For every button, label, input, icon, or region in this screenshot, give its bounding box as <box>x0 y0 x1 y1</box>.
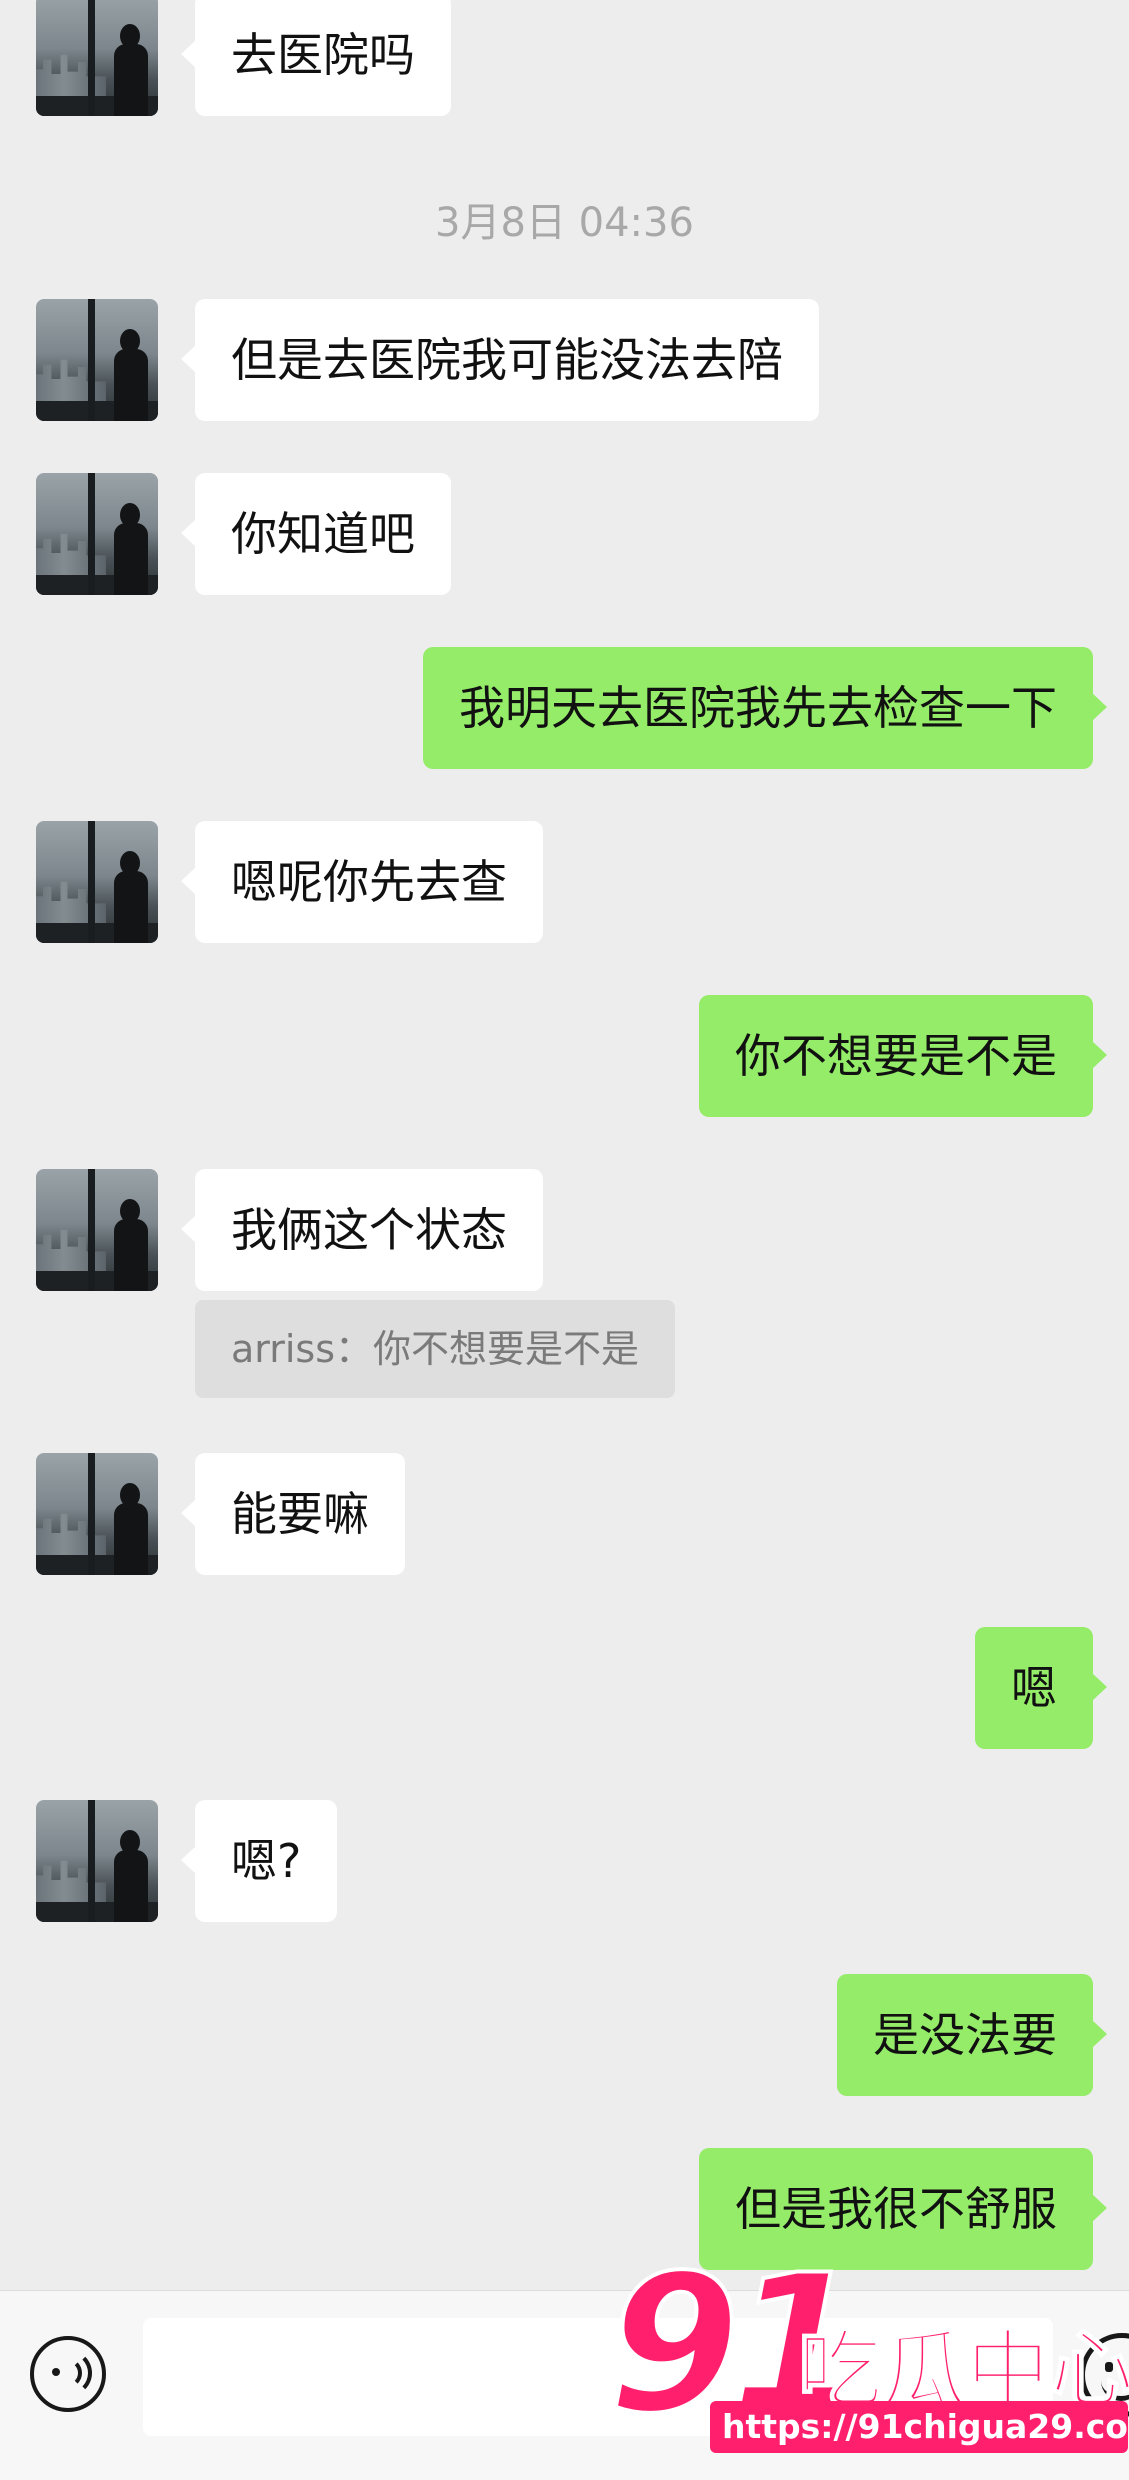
contact-avatar[interactable] <box>36 1800 158 1922</box>
voice-icon[interactable] <box>30 2336 106 2412</box>
message-bubble-incoming[interactable]: 嗯呢你先去查 <box>181 821 543 943</box>
contact-avatar[interactable] <box>36 1453 158 1575</box>
message-bubble-incoming[interactable]: 能要嘛 <box>181 1453 405 1575</box>
contact-avatar[interactable] <box>36 1169 158 1291</box>
chat-timestamp: 3月8日 04:36 <box>435 200 694 246</box>
message-bubble-outgoing[interactable]: 我明天去医院我先去检查一下 <box>423 647 1107 769</box>
contact-avatar[interactable] <box>36 473 158 595</box>
message-input[interactable] <box>143 2318 1053 2436</box>
emoji-icon[interactable] <box>1080 2333 1129 2417</box>
message-bubble-outgoing[interactable]: 是没法要 <box>837 1974 1107 2096</box>
contact-avatar[interactable] <box>36 821 158 943</box>
input-bar <box>0 2290 1129 2480</box>
message-bubble-incoming[interactable]: 嗯? <box>180 1800 338 1922</box>
contact-avatar[interactable] <box>36 299 158 421</box>
contact-avatar[interactable] <box>36 0 158 116</box>
message-bubble-incoming[interactable]: 你知道吧 <box>181 473 451 595</box>
message-bubble-outgoing[interactable]: 但是我很不舒服 <box>699 2148 1107 2270</box>
message-bubble-outgoing[interactable]: 嗯 <box>975 1627 1107 1749</box>
message-bubble-incoming[interactable]: 我俩这个状态 <box>181 1169 543 1291</box>
chat-area[interactable]: 去医院吗 3月8日 04:36 但是去医院我可能没法去陪 你知道吧 我明天去医院… <box>0 0 1129 2290</box>
message-bubble-incoming[interactable]: 去医院吗 <box>181 0 451 116</box>
message-bubble-outgoing[interactable]: 你不想要是不是 <box>699 995 1107 1117</box>
message-bubble-incoming[interactable]: 但是去医院我可能没法去陪 <box>181 299 819 421</box>
quoted-message[interactable]: arriss：你不想要是不是 <box>195 1300 676 1398</box>
